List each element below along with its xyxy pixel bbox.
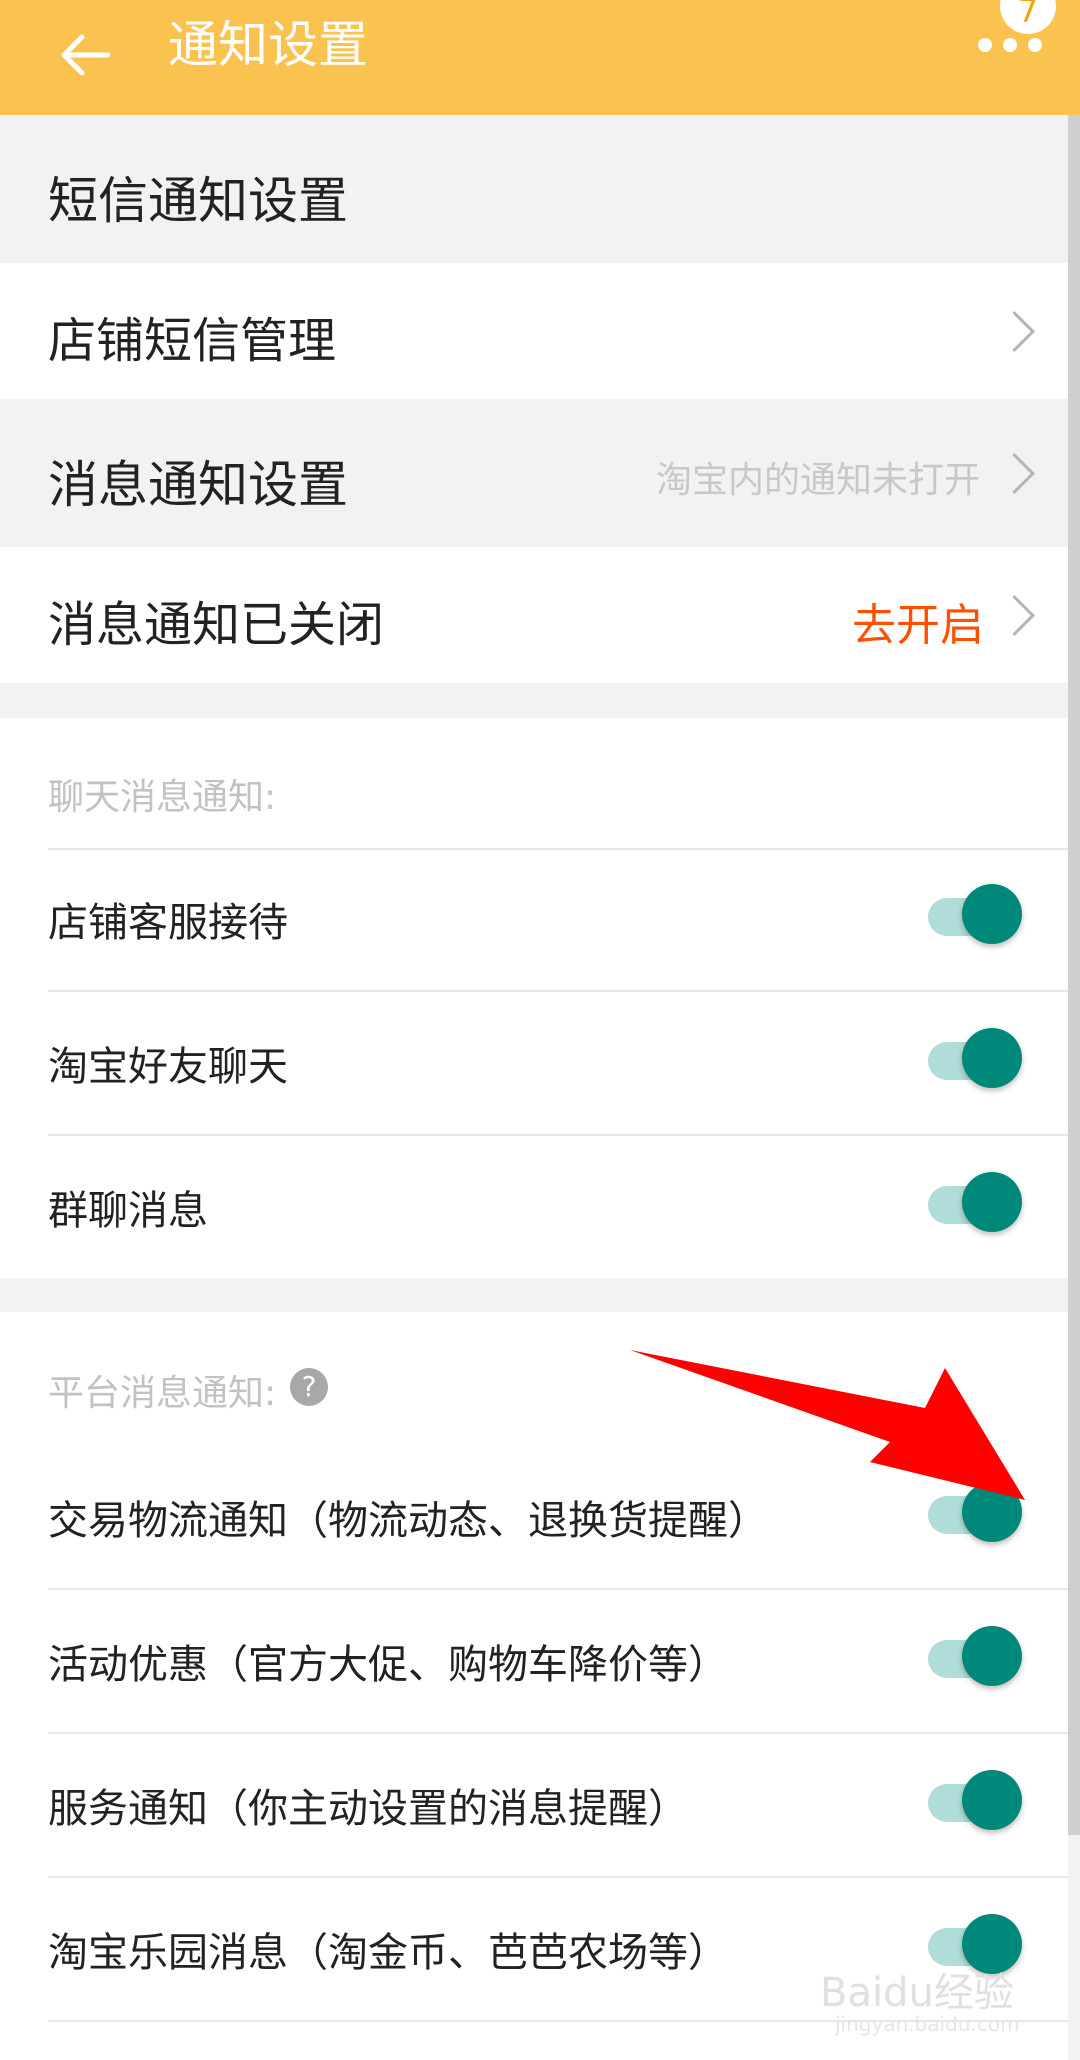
notification-status-hint: 淘宝内的通知未打开 [656,460,981,501]
toggle-switch[interactable] [928,1482,1022,1542]
divider [48,990,1068,992]
scrollbar[interactable] [1068,115,1080,1835]
sms-section-header: 短信通知设置 [0,115,1068,263]
switch-knob [962,1172,1022,1232]
page-title: 通知设置 [168,16,368,74]
toggle-switch[interactable] [928,884,1022,944]
group-title: 平台消息通知: [48,1373,277,1414]
section-title: 短信通知设置 [48,172,348,230]
enable-link[interactable]: 去开启 [852,589,984,653]
watermark-url: jingyan.baidu.com [835,2012,1020,2036]
msg-section-header[interactable]: 消息通知设置 淘宝内的通知未打开 [0,399,1068,547]
divider [48,1876,1068,1878]
toggle-label: 服务通知（你主动设置的消息提醒） [48,1786,688,1832]
toggle-label: 淘宝乐园消息（淘金币、芭芭农场等） [48,1930,728,1976]
divider [48,1134,1068,1136]
group-title: 聊天消息通知: [48,777,277,818]
more-dot-icon [1003,38,1017,52]
chat-notification-group: 聊天消息通知: 店铺客服接待 淘宝好友聊天 群聊消息 [0,718,1068,1278]
section-title: 消息通知设置 [48,456,348,514]
back-button[interactable] [50,22,120,88]
chevron-right-icon [993,310,1036,353]
chevron-right-icon [993,594,1036,637]
help-icon[interactable]: ? [290,1368,328,1406]
row-label: 店铺短信管理 [48,313,337,369]
annotation-arrow-icon [630,1350,1025,1500]
more-dot-icon [978,38,992,52]
back-arrow-icon [61,34,110,76]
toggle-switch[interactable] [928,1172,1022,1232]
toggle-label: 群聊消息 [48,1188,208,1234]
sms-management-row[interactable]: 店铺短信管理 [0,263,1068,399]
switch-knob [962,1028,1022,1088]
divider [48,1588,1068,1590]
msg-closed-row[interactable]: 消息通知已关闭 去开启 [0,547,1068,683]
toggle-label: 店铺客服接待 [48,900,288,946]
toggle-label: 活动优惠（官方大促、购物车降价等） [48,1642,728,1688]
divider [48,1732,1068,1734]
toggle-label: 淘宝好友聊天 [48,1044,288,1090]
toggle-switch[interactable] [928,1626,1022,1686]
switch-knob [962,1770,1022,1830]
toggle-switch[interactable] [928,1770,1022,1830]
switch-knob [962,1626,1022,1686]
toggle-switch[interactable] [928,1028,1022,1088]
watermark: Baidu经验 [820,1970,1014,2016]
app-header: 通知设置 7 [0,0,1080,115]
divider [48,848,1068,850]
switch-knob [962,884,1022,944]
row-label: 消息通知已关闭 [48,597,385,653]
chevron-right-icon [993,452,1036,495]
more-dot-icon [1028,38,1042,52]
